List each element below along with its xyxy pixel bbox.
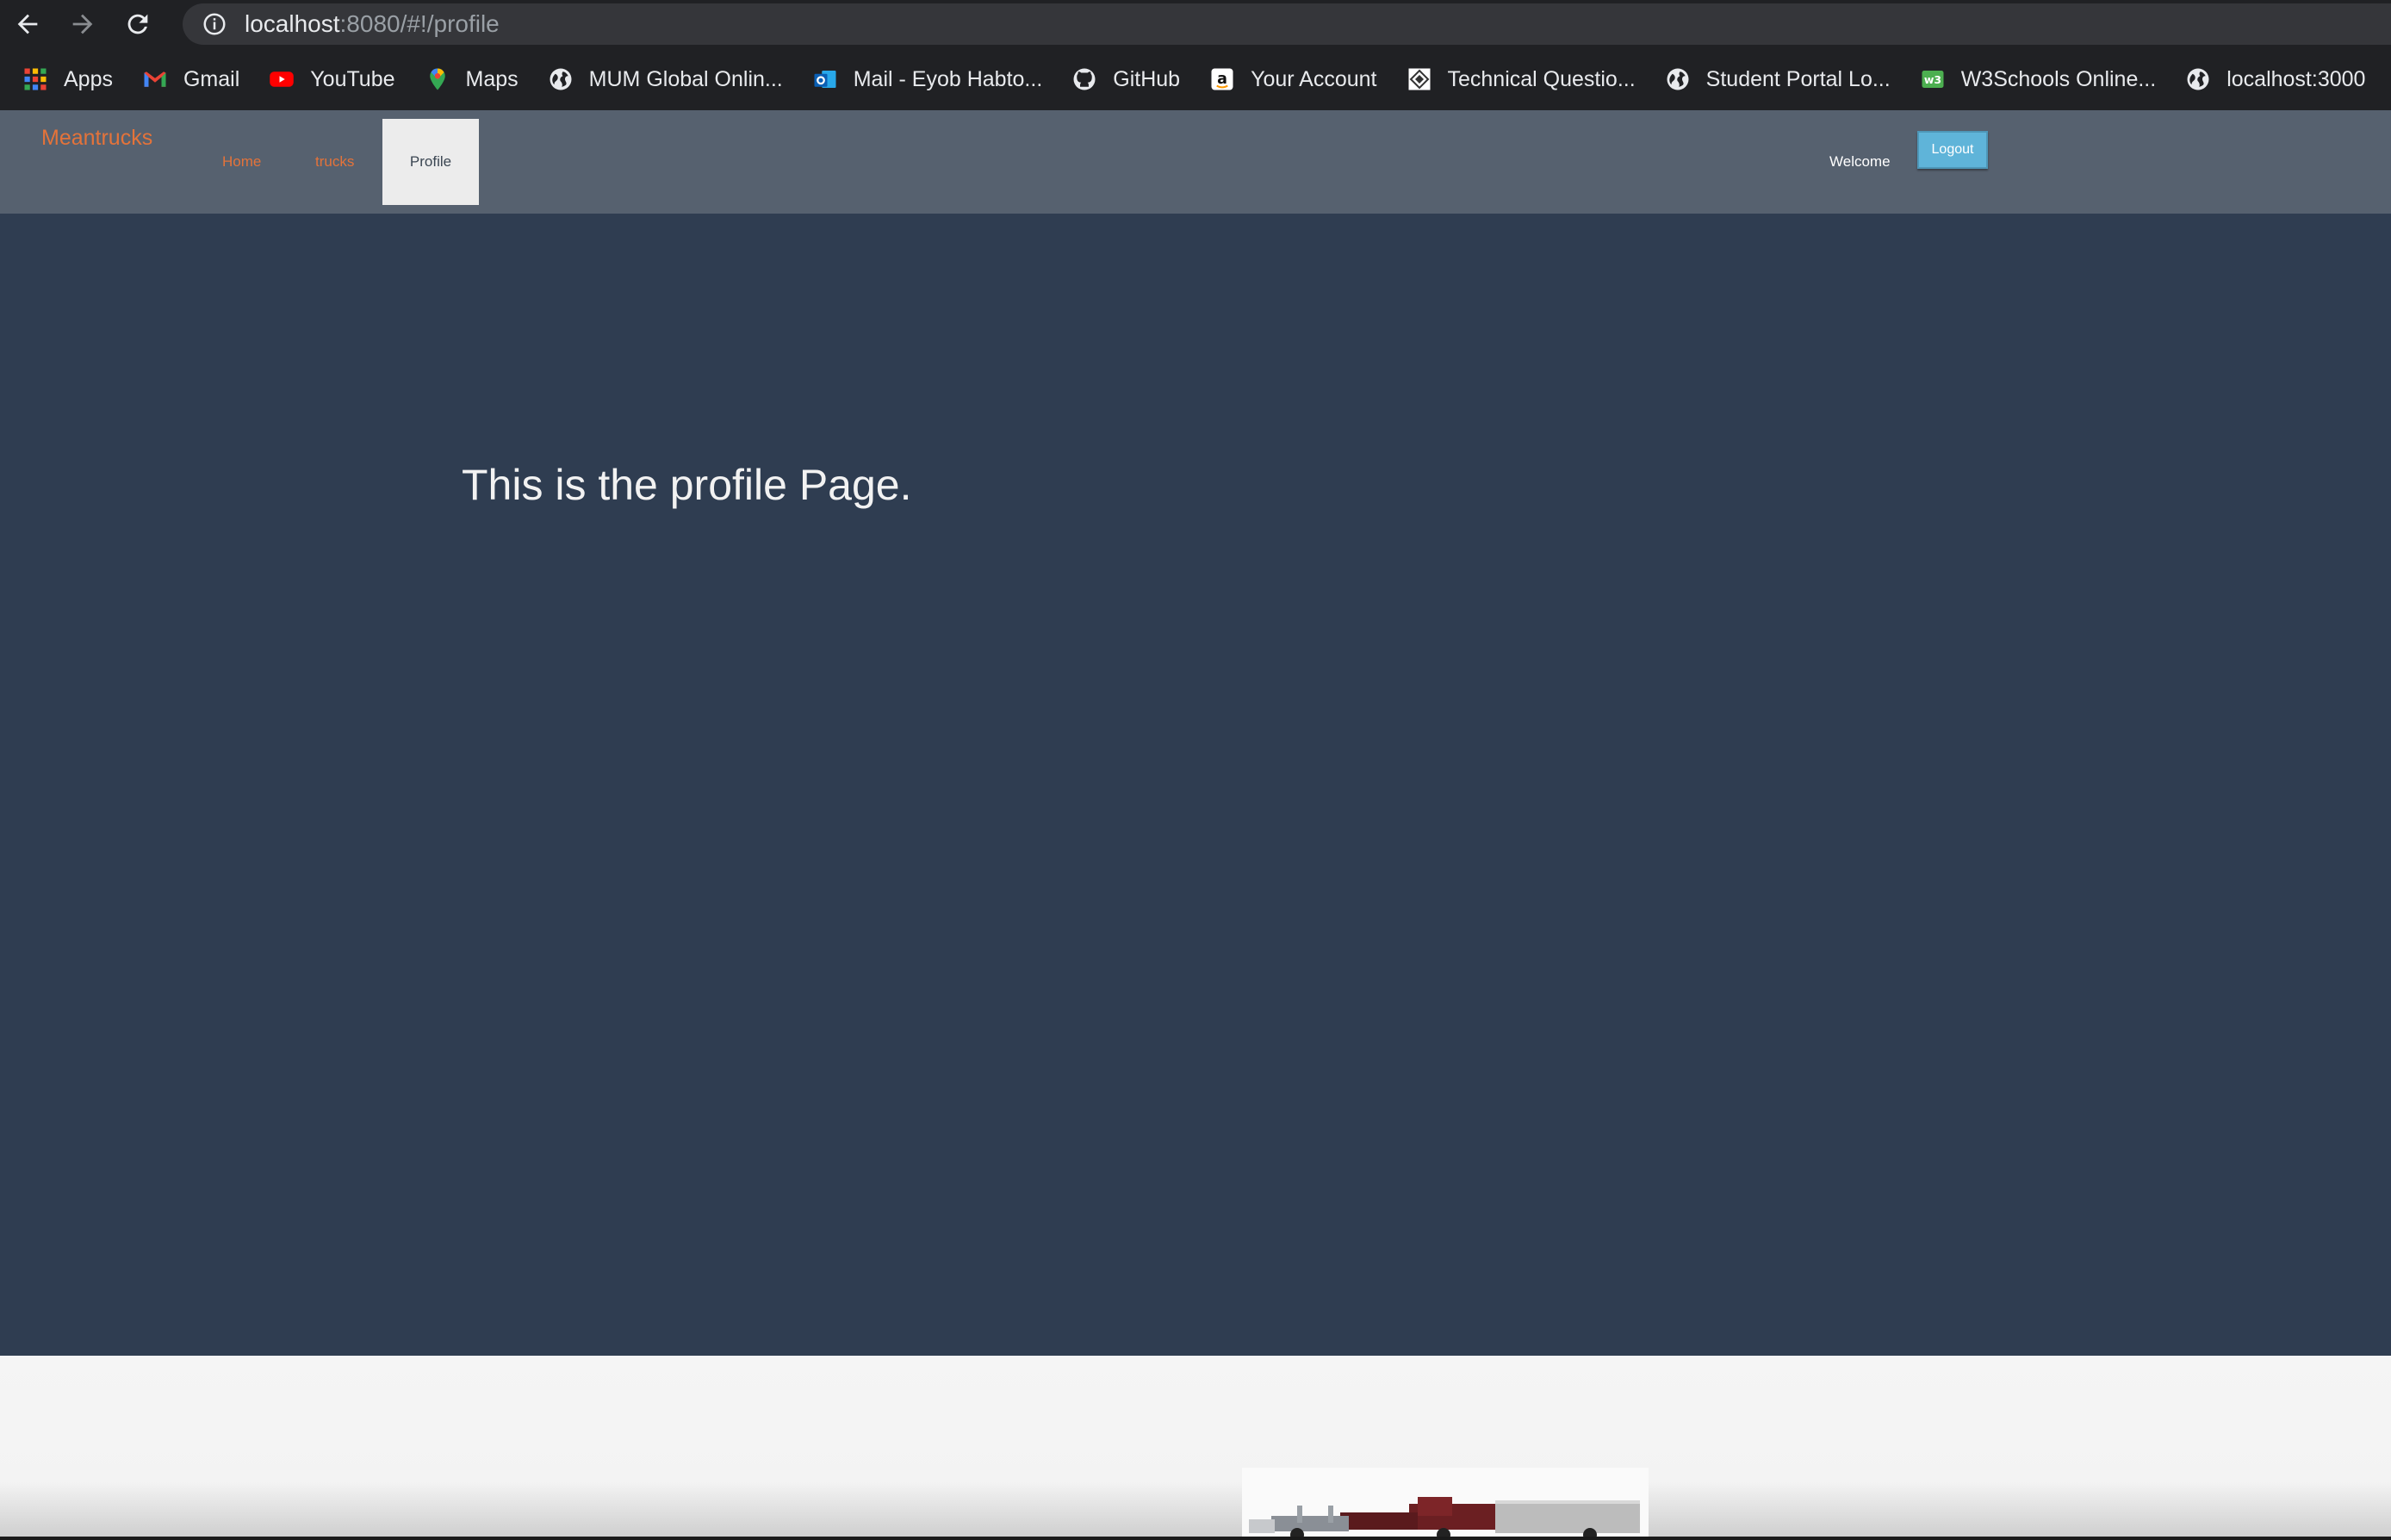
nav-profile-link[interactable]: Profile (382, 119, 479, 205)
svg-text:w3: w3 (1924, 73, 1941, 86)
window-bottom-edge (0, 1537, 2391, 1540)
app-navbar: Meantrucks Home trucks Profile Welcome L… (0, 110, 2391, 214)
info-icon[interactable] (202, 11, 227, 37)
bookmark-w3schools[interactable]: w3 W3Schools Online... (1920, 66, 2157, 92)
bookmark-label: Gmail (183, 66, 240, 91)
bookmark-github[interactable]: GitHub (1071, 66, 1180, 92)
reload-button[interactable] (110, 0, 165, 48)
diamond-logo-icon (1407, 66, 1432, 92)
bookmark-label: Technical Questio... (1447, 66, 1636, 91)
bookmark-label: MUM Global Onlin... (588, 66, 783, 91)
globe-icon (548, 66, 574, 92)
bookmark-your-account[interactable]: a Your Account (1209, 66, 1377, 92)
bookmark-student-portal[interactable]: Student Portal Lo... (1665, 66, 1891, 92)
bookmark-mum-global[interactable]: MUM Global Onlin... (548, 66, 783, 92)
bookmark-label: Mail - Eyob Habto... (853, 66, 1043, 91)
bookmark-label: YouTube (310, 66, 395, 91)
globe-icon (1665, 66, 1691, 92)
bookmark-label: Your Account (1251, 66, 1377, 91)
logout-button[interactable]: Logout (1917, 131, 1988, 169)
bookmarks-bar: Apps Gmail YouTube Maps MUM Global Onlin… (0, 48, 2391, 110)
gmail-icon (142, 66, 168, 92)
truck-illustration (1249, 1497, 1640, 1537)
address-bar[interactable]: localhost:8080/#!/profile (183, 3, 2391, 45)
svg-text:a: a (1217, 71, 1227, 88)
logout-label: Logout (1931, 142, 1974, 157)
url-host: localhost (245, 10, 340, 37)
url-path: :8080/#!/profile (339, 10, 500, 37)
w3schools-icon: w3 (1920, 66, 1946, 92)
welcome-text: Welcome (1829, 153, 1891, 170)
bookmark-apps[interactable]: Apps (22, 66, 113, 92)
main-content: This is the profile Page. (0, 214, 2391, 1359)
bookmark-youtube[interactable]: YouTube (269, 66, 395, 92)
back-arrow-icon (17, 14, 38, 34)
bookmark-label: Maps (465, 66, 519, 91)
bookmark-maps[interactable]: Maps (425, 66, 519, 92)
page-viewport: Meantrucks Home trucks Profile Welcome L… (0, 110, 2391, 1537)
apps-grid-icon (22, 66, 48, 92)
bookmark-label: Student Portal Lo... (1705, 66, 1891, 91)
url-text[interactable]: localhost:8080/#!/profile (245, 10, 500, 38)
bookmark-label: Apps (64, 66, 113, 91)
nav-profile-label: Profile (409, 153, 452, 170)
bookmark-mail[interactable]: Mail - Eyob Habto... (812, 66, 1043, 92)
nav-trucks-link[interactable]: trucks (315, 153, 354, 171)
browser-toolbar: localhost:8080/#!/profile (0, 0, 2391, 48)
bookmark-label: W3Schools Online... (1960, 66, 2157, 91)
truck-image (1242, 1468, 1649, 1537)
bookmark-label: GitHub (1113, 66, 1181, 91)
nav-home-link[interactable]: Home (222, 153, 261, 171)
forward-arrow-icon (72, 14, 93, 34)
youtube-icon (269, 66, 295, 92)
github-icon (1071, 66, 1097, 92)
back-button[interactable] (0, 0, 55, 48)
page-title: This is the profile Page. (462, 461, 912, 509)
brand-link[interactable]: Meantrucks (41, 126, 152, 151)
outlook-icon (812, 66, 838, 92)
bookmark-label: localhost:3000 (2226, 66, 2366, 91)
maps-pin-icon (425, 66, 450, 92)
reload-icon (127, 14, 148, 34)
amazon-icon: a (1209, 66, 1235, 92)
bookmark-gmail[interactable]: Gmail (142, 66, 239, 92)
bookmark-localhost-3000[interactable]: localhost:3000 (2185, 66, 2365, 92)
bookmark-technical-questions[interactable]: Technical Questio... (1407, 66, 1636, 92)
footer-section (0, 1356, 2391, 1537)
forward-button[interactable] (55, 0, 110, 48)
globe-icon (2185, 66, 2211, 92)
